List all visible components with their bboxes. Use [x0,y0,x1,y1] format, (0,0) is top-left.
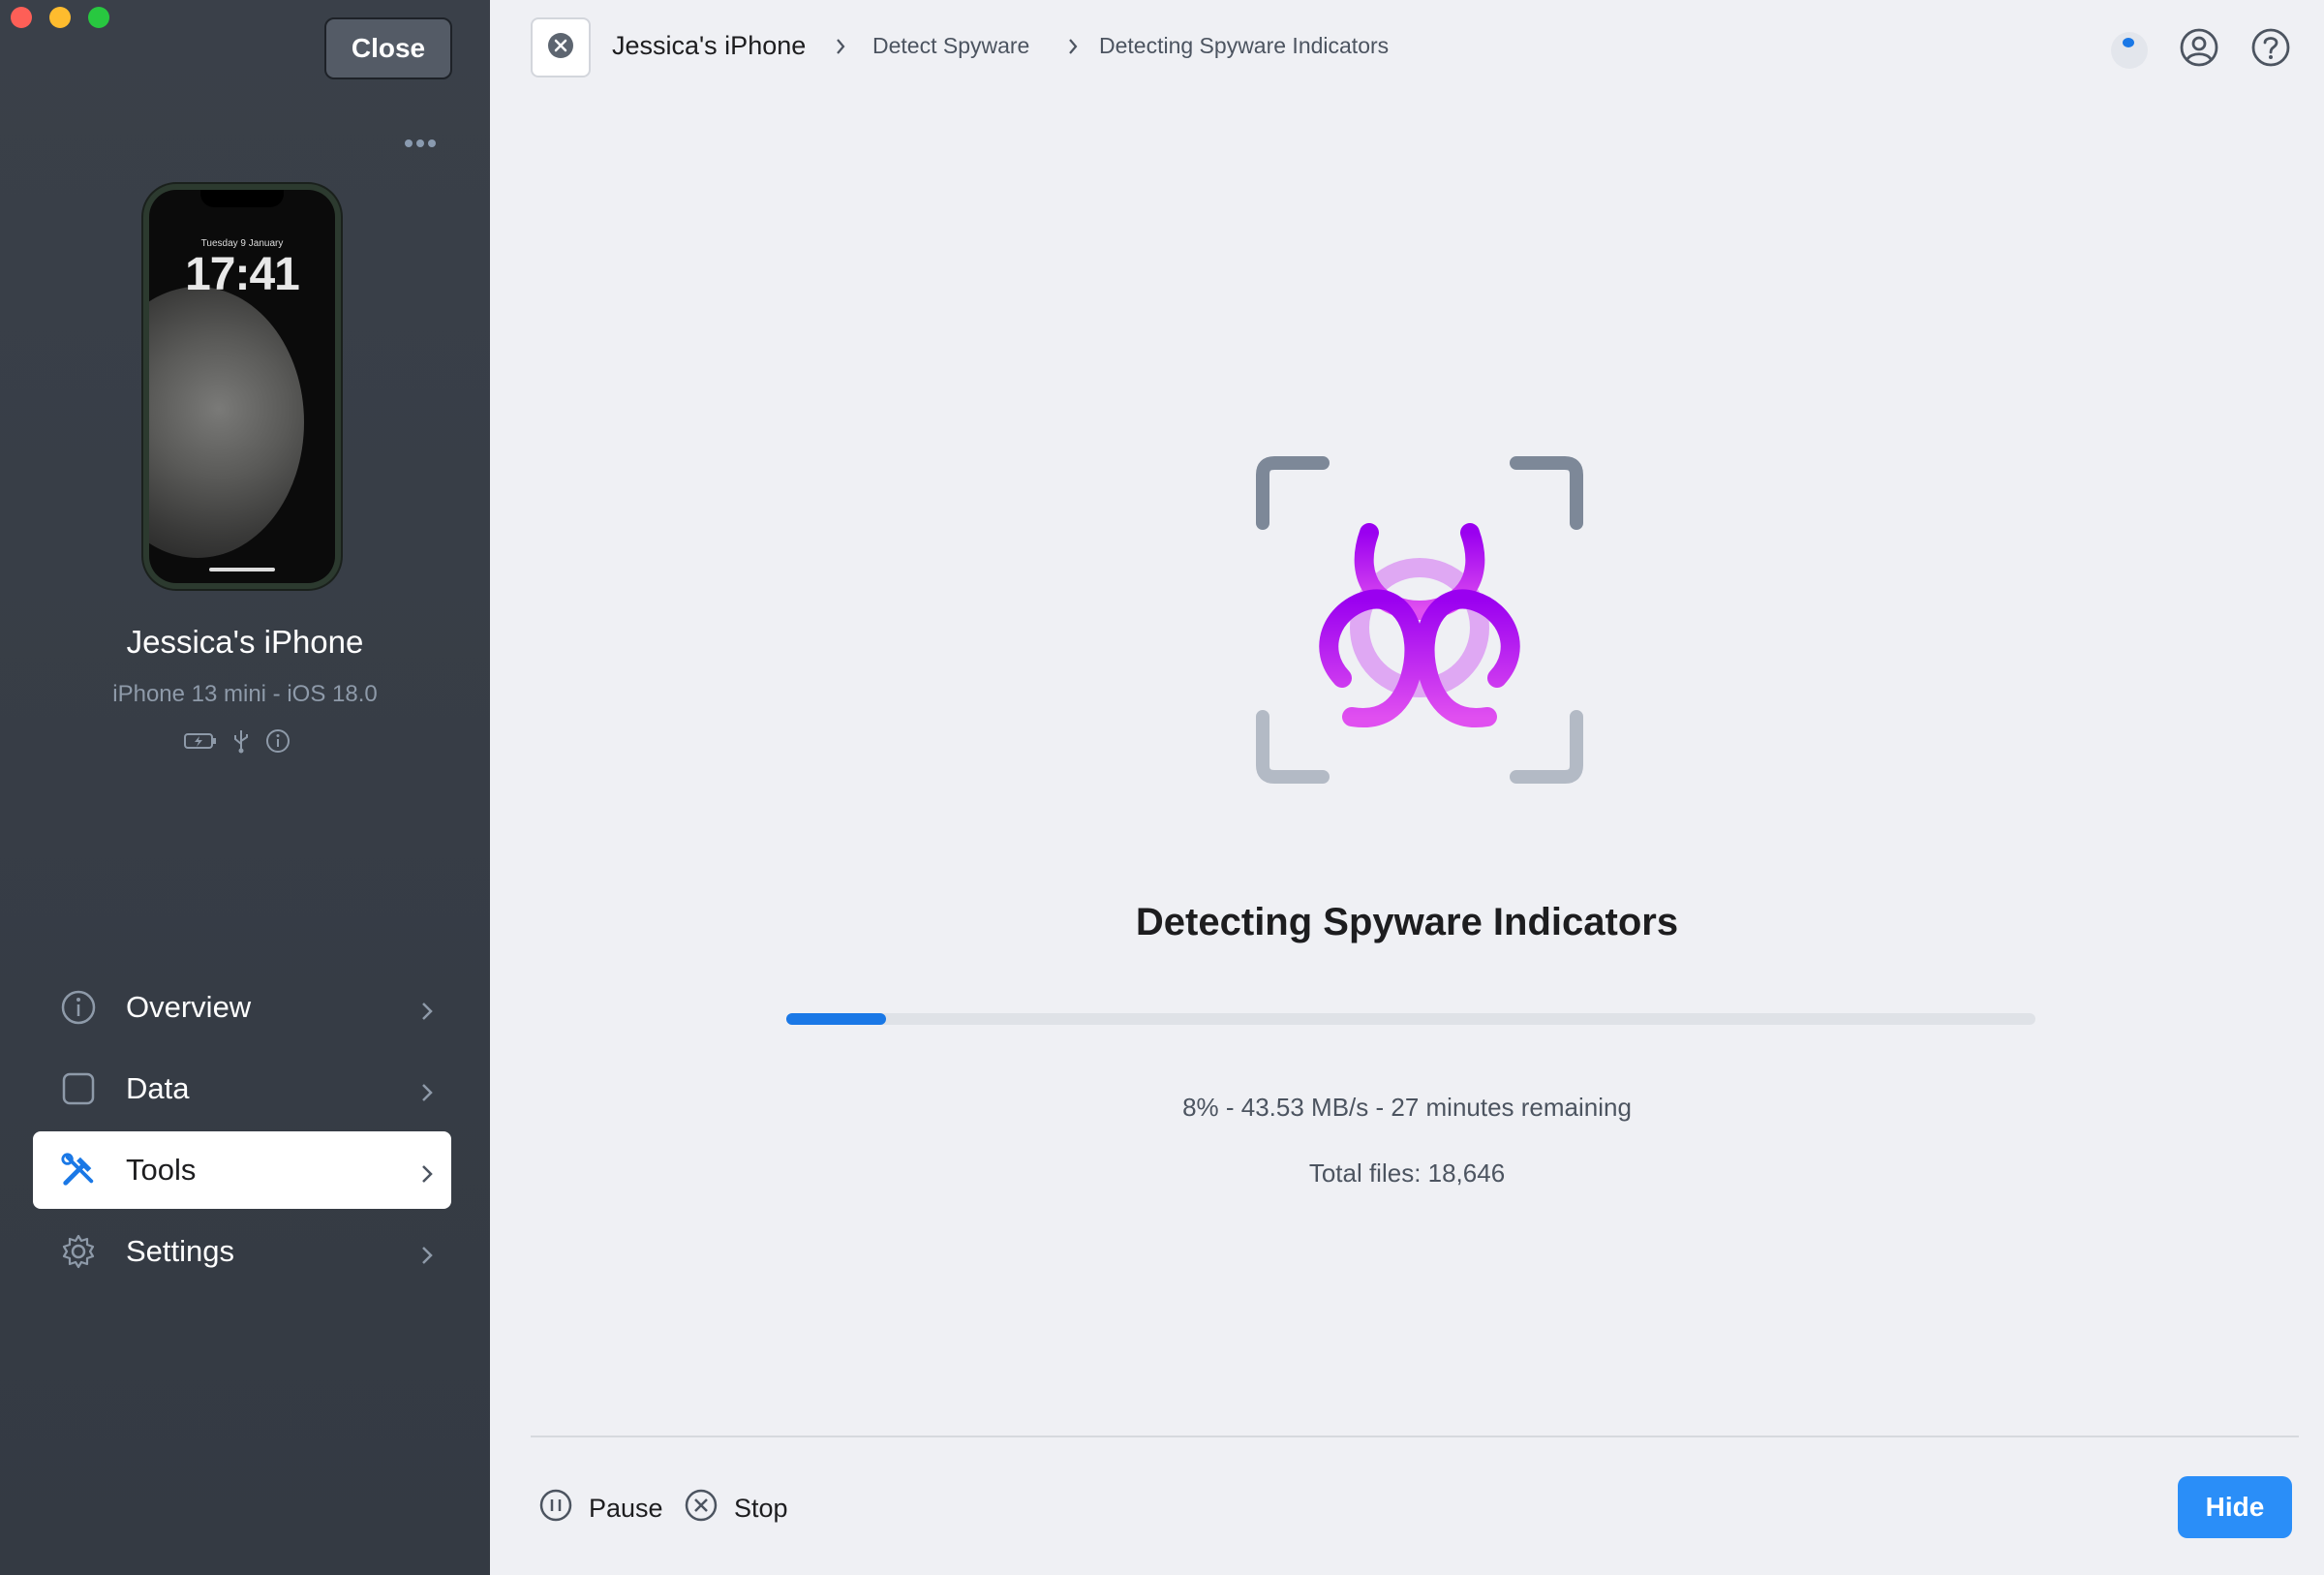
account-icon[interactable] [2179,27,2219,73]
total-files: Total files: 18,646 [1308,1158,1506,1188]
chevron-right-icon [1067,37,1079,61]
scan-status: 8% - 43.53 MB/s - 27 minutes remaining [1182,1093,1632,1122]
sidebar-item-data[interactable]: Data [33,1050,451,1127]
window-zoom-dot[interactable] [88,7,109,28]
close-button[interactable]: Close [324,17,452,79]
gear-icon [60,1233,97,1270]
help-icon[interactable] [2250,27,2291,73]
stop-button[interactable]: Stop [684,1488,788,1529]
tools-icon [60,1152,97,1189]
battery-charging-icon [184,732,217,750]
square-icon [60,1070,97,1107]
scan-progress-fill [786,1013,887,1025]
chevron-right-icon [835,37,846,61]
breadcrumb-device[interactable]: Jessica's iPhone [612,31,806,61]
hide-button[interactable]: Hide [2178,1476,2292,1538]
activity-icon[interactable] [2111,31,2148,69]
close-circle-icon [546,31,575,65]
lock-screen-time: 17:41 [185,249,300,300]
sidebar-nav: Overview Data Tools Settings [33,969,451,1294]
footer-divider [531,1436,2299,1437]
main-panel: Jessica's iPhone Detect Spyware Detectin… [490,0,2324,1575]
info-icon[interactable] [265,728,290,754]
scan-progress-bar [786,1013,2035,1025]
cancel-task-button[interactable] [531,17,591,77]
stop-label: Stop [734,1494,788,1523]
breadcrumb-detect-spyware[interactable]: Detect Spyware [872,33,1029,59]
moon-wallpaper [149,287,304,558]
sidebar-item-label: Overview [126,990,252,1024]
device-name: Jessica's iPhone [126,624,364,660]
more-options-icon[interactable] [401,126,440,161]
sidebar-item-settings[interactable]: Settings [33,1213,451,1290]
sidebar-item-tools[interactable]: Tools [33,1131,451,1209]
chevron-right-icon [420,1158,434,1193]
window-close-dot[interactable] [11,7,32,28]
toolbar-icons [2111,27,2291,73]
window-minimize-dot[interactable] [49,7,71,28]
info-icon [60,989,97,1026]
biohazard-scan-icon [1255,455,1584,785]
device-image: Tuesday 9 January 17:41 [143,184,341,589]
chevron-right-icon [420,1240,434,1275]
sidebar: Close Tuesday 9 January 17:41 Jessica's … [0,0,490,1575]
scan-title: Detecting Spyware Indicators [1135,901,1679,943]
sidebar-item-overview[interactable]: Overview [33,969,451,1046]
sidebar-item-label: Tools [126,1153,197,1187]
breadcrumb-current: Detecting Spyware Indicators [1099,33,1390,58]
sidebar-item-label: Data [126,1071,190,1105]
pause-label: Pause [589,1494,663,1523]
device-model: iPhone 13 mini - iOS 18.0 [112,681,378,707]
chevron-right-icon [420,1077,434,1112]
usb-icon [232,728,250,754]
pause-button[interactable]: Pause [538,1488,663,1529]
device-status-icons [184,728,290,754]
stop-icon [684,1488,719,1529]
sidebar-item-label: Settings [126,1234,235,1268]
pause-icon [538,1488,573,1529]
chevron-right-icon [420,996,434,1031]
